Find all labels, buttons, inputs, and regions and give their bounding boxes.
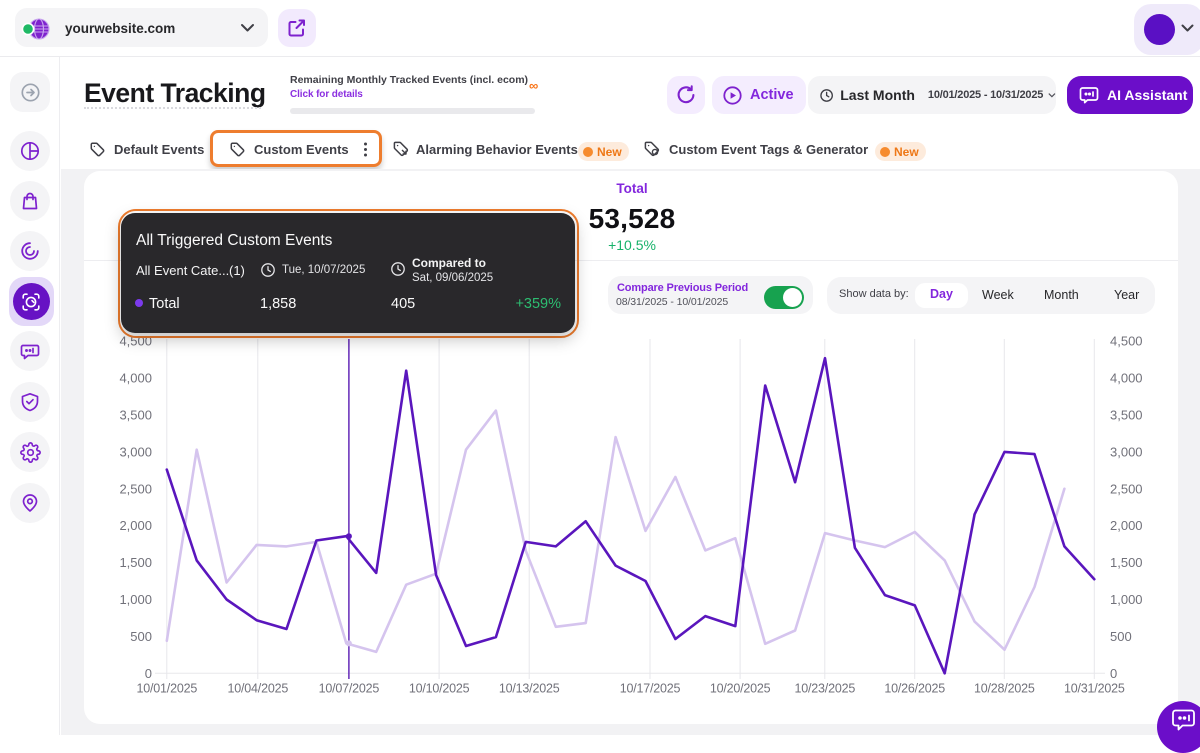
svg-text:4,000: 4,000 bbox=[119, 371, 152, 386]
svg-text:10/28/2025: 10/28/2025 bbox=[974, 682, 1035, 696]
svg-text:10/10/2025: 10/10/2025 bbox=[409, 682, 470, 696]
svg-text:10/26/2025: 10/26/2025 bbox=[884, 682, 945, 696]
svg-text:500: 500 bbox=[1110, 629, 1132, 644]
svg-text:3,000: 3,000 bbox=[1110, 444, 1143, 459]
svg-text:10/13/2025: 10/13/2025 bbox=[499, 682, 560, 696]
svg-text:10/31/2025: 10/31/2025 bbox=[1064, 682, 1125, 696]
svg-text:3,500: 3,500 bbox=[119, 408, 152, 423]
svg-text:10/20/2025: 10/20/2025 bbox=[710, 682, 771, 696]
svg-text:10/01/2025: 10/01/2025 bbox=[137, 682, 198, 696]
svg-text:1,500: 1,500 bbox=[119, 555, 152, 570]
svg-text:1,000: 1,000 bbox=[1110, 592, 1143, 607]
svg-text:0: 0 bbox=[145, 666, 152, 681]
svg-text:0: 0 bbox=[1110, 666, 1117, 681]
svg-text:3,000: 3,000 bbox=[119, 444, 152, 459]
svg-text:1,500: 1,500 bbox=[1110, 555, 1143, 570]
svg-text:2,500: 2,500 bbox=[1110, 481, 1143, 496]
svg-text:3,500: 3,500 bbox=[1110, 408, 1143, 423]
svg-text:10/17/2025: 10/17/2025 bbox=[620, 682, 681, 696]
svg-text:10/04/2025: 10/04/2025 bbox=[228, 682, 289, 696]
svg-text:2,500: 2,500 bbox=[119, 481, 152, 496]
svg-text:10/07/2025: 10/07/2025 bbox=[319, 682, 380, 696]
svg-text:4,500: 4,500 bbox=[1110, 334, 1143, 349]
svg-text:1,000: 1,000 bbox=[119, 592, 152, 607]
svg-text:2,000: 2,000 bbox=[119, 518, 152, 533]
svg-text:500: 500 bbox=[130, 629, 152, 644]
svg-text:4,000: 4,000 bbox=[1110, 371, 1143, 386]
svg-text:10/23/2025: 10/23/2025 bbox=[795, 682, 856, 696]
svg-text:2,000: 2,000 bbox=[1110, 518, 1143, 533]
